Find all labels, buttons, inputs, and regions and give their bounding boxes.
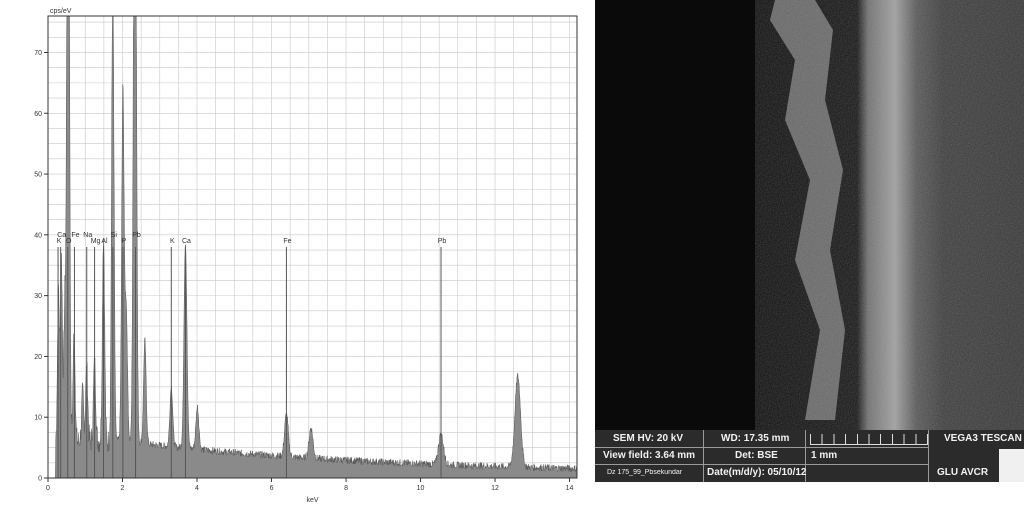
- x-tick-label: 6: [270, 485, 274, 492]
- element-marker-label: Mg: [91, 238, 101, 245]
- sem-image: [595, 0, 1024, 430]
- element-marker-label: Ca: [57, 232, 66, 239]
- element-marker-label: Si: [111, 232, 118, 239]
- element-marker-label: K: [57, 238, 62, 245]
- spectrum-svg: KCaOFeMgNaAlSiPPbK Ca Fe Pb0 2 4 6 8 10 12 1401020…: [34, 8, 578, 504]
- x-tick-label: 8: [344, 485, 348, 492]
- y-tick-label: 20: [34, 354, 42, 361]
- view-field-label: View field: 3.64 mm: [603, 450, 696, 461]
- element-marker-label: Fe: [283, 238, 291, 245]
- y-tick-label: 30: [34, 293, 42, 300]
- x-tick-label: 10: [417, 485, 425, 492]
- sem-hv-label: SEM HV: 20 kV: [613, 433, 684, 444]
- sample-name: Dz 175_99_Pbsekundar: [607, 469, 683, 476]
- y-tick-label: 40: [34, 232, 42, 239]
- x-tick-label: 4: [195, 485, 199, 492]
- element-marker-label: Pb: [132, 232, 141, 239]
- organization-label: GLU AVCR: [937, 467, 989, 478]
- y-tick-label: 0: [38, 476, 42, 483]
- detector-label: Det: BSE: [735, 450, 778, 461]
- element-marker-label: Ca: [182, 238, 191, 245]
- sem-info-bar: SEM HV: 20 kV WD: 17.35 mm VEGA3 TESCAN …: [595, 430, 1024, 482]
- y-tick-label: 70: [34, 50, 42, 57]
- y-tick-label: 60: [34, 111, 42, 118]
- x-axis-label: keV: [306, 497, 318, 504]
- y-tick-label: 10: [34, 415, 42, 422]
- instrument-brand: VEGA3 TESCAN: [944, 433, 1022, 444]
- element-marker-label: Pb: [438, 238, 447, 245]
- brand-logo-icon: [999, 449, 1024, 482]
- acquisition-date: Date(m/d/y): 05/10/12: [707, 467, 807, 478]
- element-marker-label: O: [66, 238, 72, 245]
- y-tick-label: 50: [34, 172, 42, 179]
- x-tick-label: 12: [491, 485, 499, 492]
- scale-bar-label: 1 mm: [811, 450, 838, 461]
- y-axis-label: cps/eV: [50, 8, 72, 15]
- scale-bar: [810, 434, 928, 445]
- element-marker-label: K: [170, 238, 175, 245]
- sem-micrograph: [595, 0, 1024, 482]
- element-marker-label: Al: [101, 238, 108, 245]
- x-tick-label: 14: [566, 485, 574, 492]
- element-marker-label: Na: [83, 232, 92, 239]
- x-tick-label: 2: [121, 485, 125, 492]
- working-distance-label: WD: 17.35 mm: [721, 433, 790, 444]
- x-tick-label: 0: [46, 485, 50, 492]
- element-marker-label: P: [122, 238, 127, 245]
- element-marker-label: Fe: [71, 232, 79, 239]
- eds-spectrum-chart: K Ca O Fe Mg Na Al Si P Pb K Ca Fe Pb 0 2 4 6 8 10 12 14 0 10 20…: [0, 0, 590, 512]
